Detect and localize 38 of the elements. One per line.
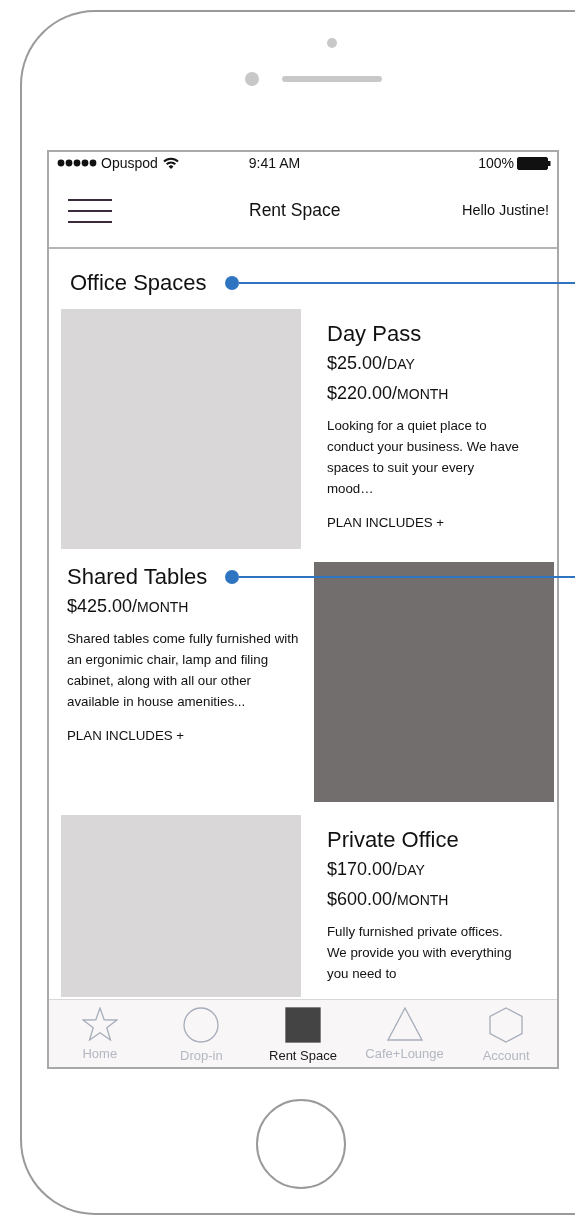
page-title: Rent Space [249,199,341,223]
carrier-name: Opuspod [101,153,158,173]
tab-bar-item[interactable]: Rent Space [252,1000,354,1067]
menu-icon [68,197,112,224]
triangle-icon [386,1007,423,1041]
tab-bar-item[interactable]: Account [455,1000,557,1067]
plan-title: Day Pass [327,320,422,348]
plan-price: $170.00/DAY [327,858,426,881]
sensor-icon [245,72,259,86]
plan-price: $600.00/MONTH [327,888,450,911]
square-icon [285,1007,321,1043]
home-button[interactable] [256,1099,346,1189]
plan-title: Private Office [327,826,459,854]
hexagon-icon [489,1007,524,1043]
clock-time: 9:41 AM [248,153,301,173]
tab-bar-item[interactable]: Drop-in [150,1000,253,1067]
plan-description: Shared tables come fully furnished with an ergonimic chair, lamp and filing cabinet, along with all our other available in house amenities... [67,630,300,711]
greeting-text: Hello Justine! [461,200,549,220]
battery-icon [517,156,551,170]
circle-icon [183,1007,220,1043]
camera-icon [327,38,337,48]
plan-description: Fully furnished private offices. We provide you with everything you need to [327,923,513,983]
plan-includes-link[interactable]: PLAN INCLUDES + [327,513,445,533]
plan-price: $220.00/MONTH [327,382,450,405]
plan-includes-link[interactable]: PLAN INCLUDES + [67,726,185,746]
speaker-icon [282,76,382,82]
signal-icon [57,158,97,168]
tab-bar-item[interactable]: Home [49,1000,151,1067]
section-heading: Office Spaces [70,269,207,297]
plan-price: $25.00/DAY [327,352,416,375]
battery-percent: 100% [478,153,514,173]
tab-bar-item[interactable]: Cafe+Lounge [353,1000,456,1067]
plan-title: Shared Tables [67,563,208,591]
plan-description: Looking for a quiet place to conduct your business. We have spaces to suit your every mood… [327,417,520,498]
star-icon [81,1007,118,1041]
menu-button[interactable] [68,197,112,224]
plan-price: $425.00/MONTH [67,595,190,618]
wifi-icon [162,157,179,169]
